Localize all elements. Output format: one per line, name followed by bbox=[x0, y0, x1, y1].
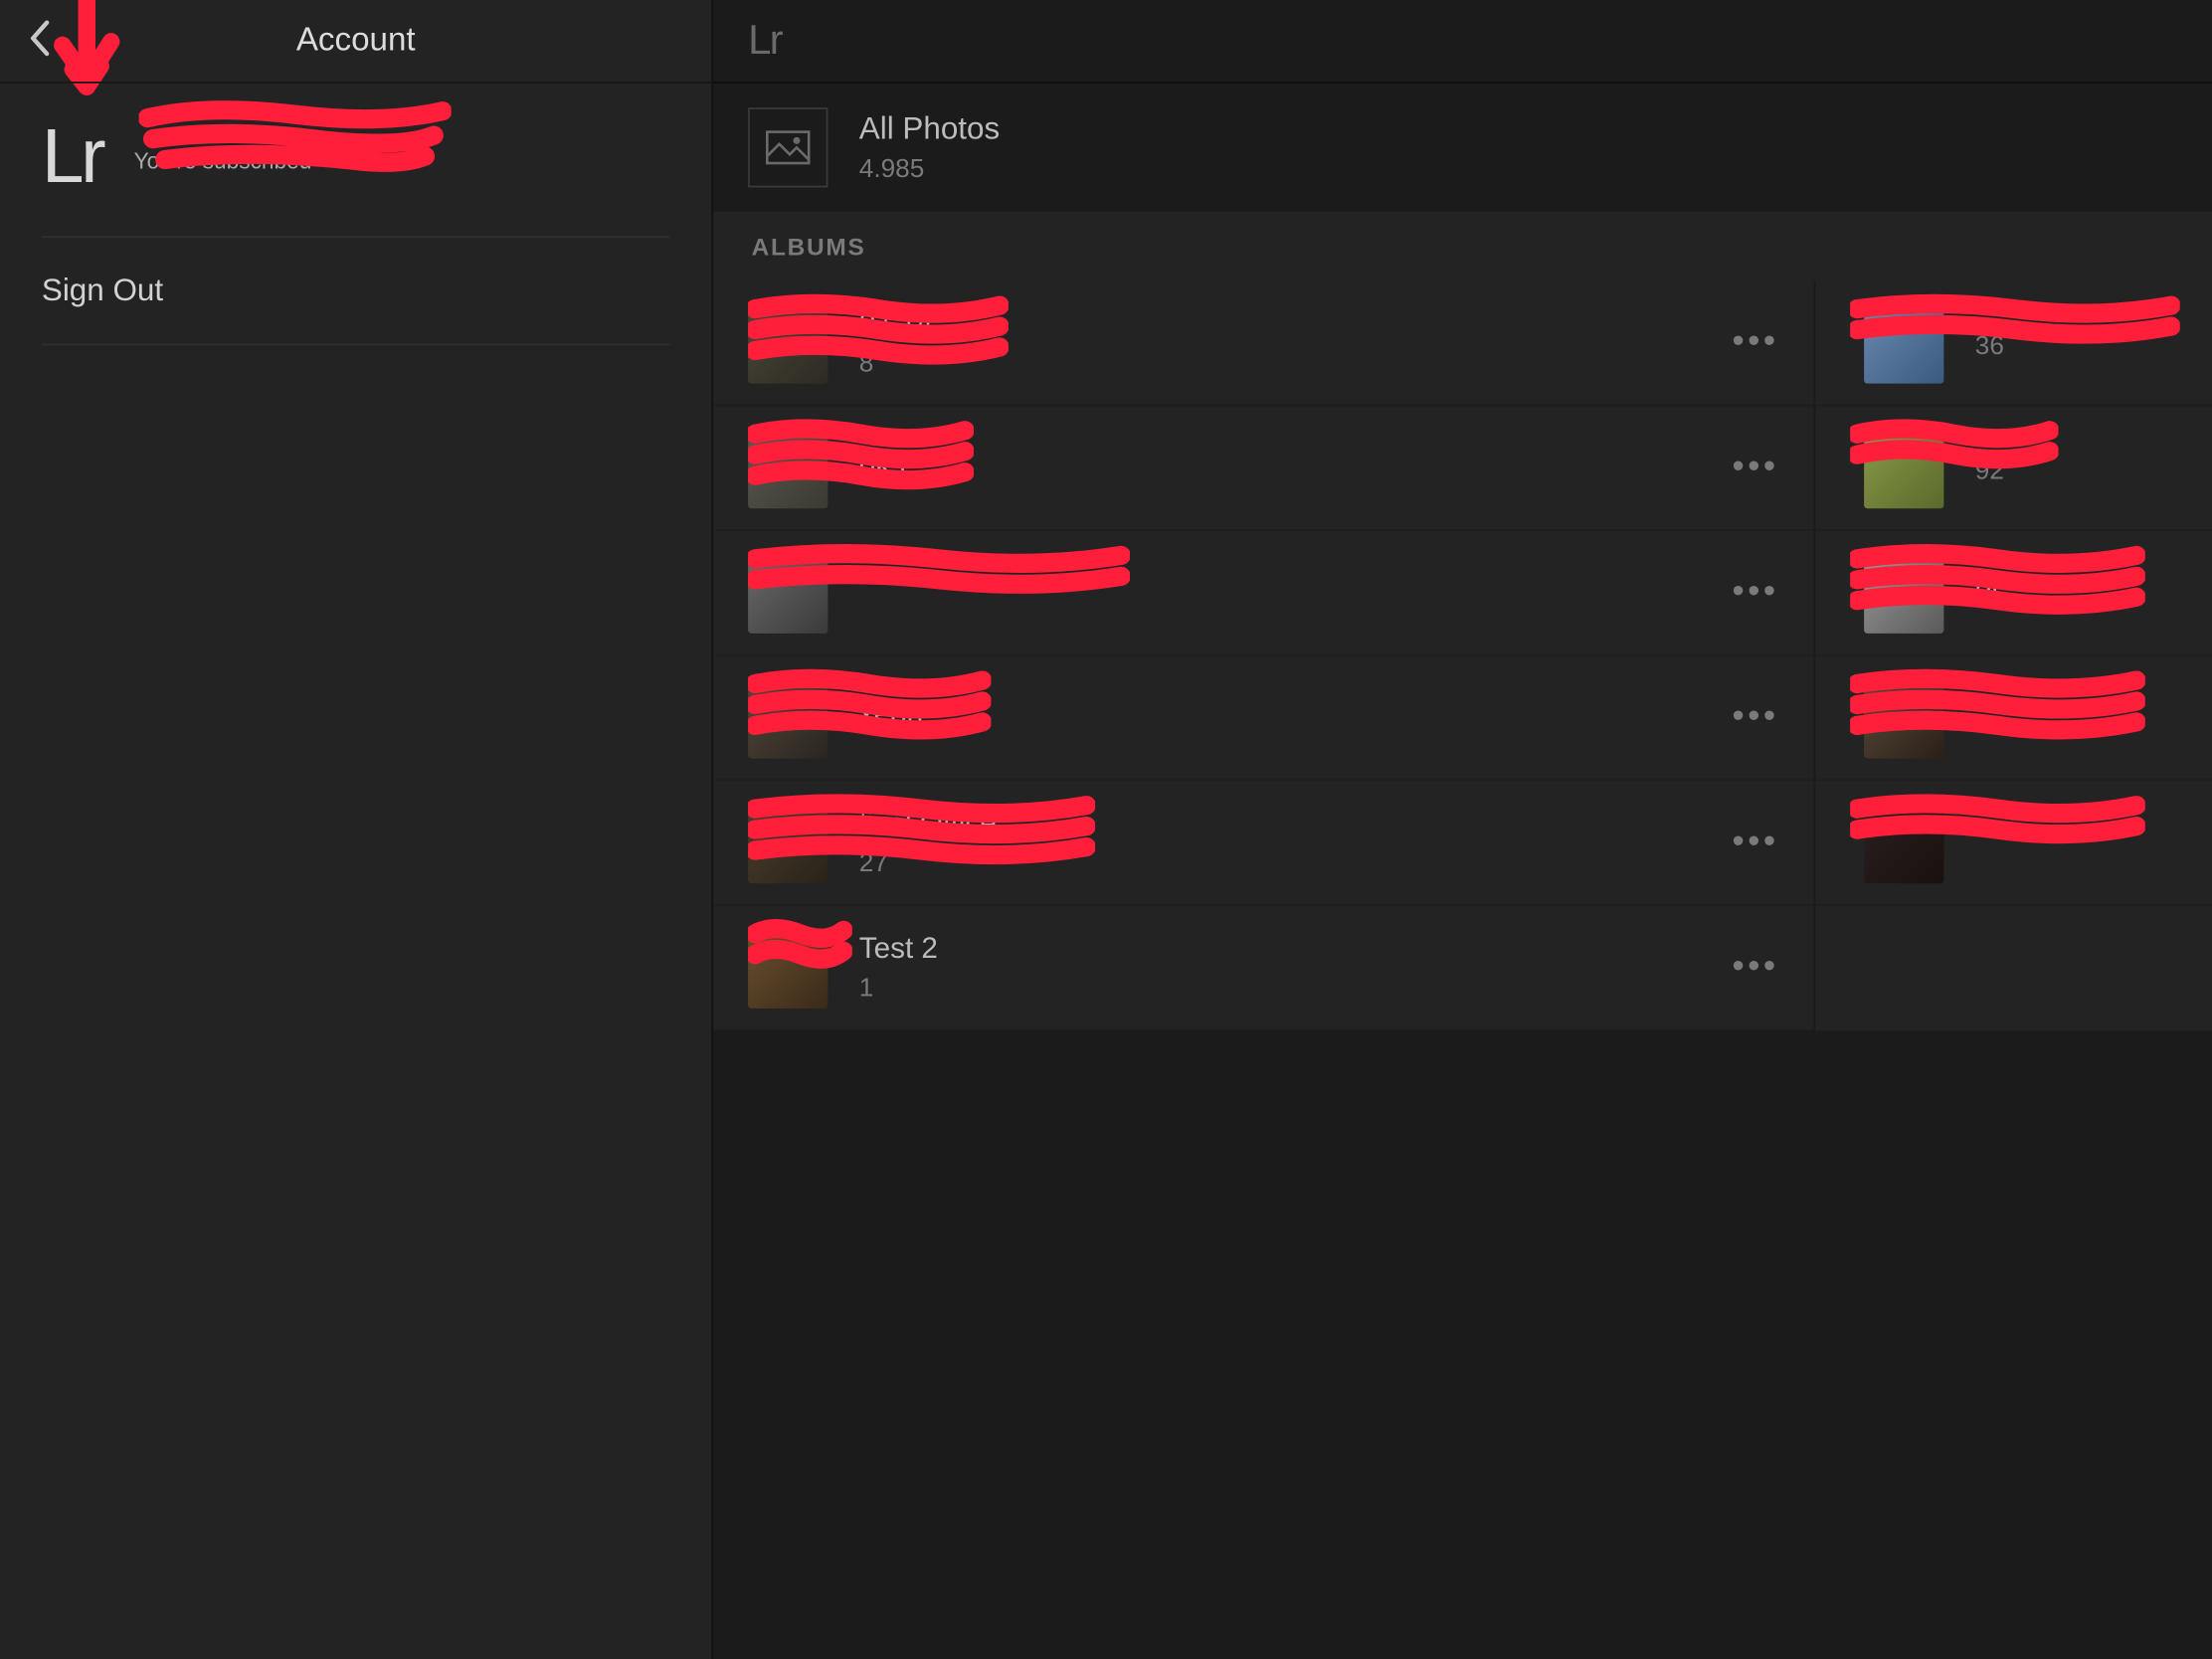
album-row[interactable] bbox=[1815, 656, 2212, 782]
album-thumbnail bbox=[1864, 553, 1943, 633]
sign-out-button[interactable]: Sign Out bbox=[0, 238, 711, 343]
album-row[interactable]: 92 bbox=[1815, 406, 2212, 531]
empty-space bbox=[713, 1031, 2212, 1659]
subscription-status: You're subscribed bbox=[134, 146, 312, 172]
all-photos-count: 4.985 bbox=[859, 154, 1000, 184]
albums-section-header: ALBUMS bbox=[713, 212, 2212, 281]
album-title: tical Office bbox=[859, 807, 997, 841]
back-button[interactable] bbox=[28, 18, 52, 63]
album-title: Test 2 bbox=[859, 932, 938, 967]
album-row[interactable]: er bbox=[1815, 531, 2212, 656]
more-button[interactable]: ••• bbox=[1732, 823, 1778, 862]
all-photos-title: All Photos bbox=[859, 111, 1000, 148]
more-button[interactable]: ••• bbox=[1732, 323, 1778, 363]
profile-block: Lr You're subscribed bbox=[0, 84, 711, 237]
album-thumbnail bbox=[748, 553, 828, 633]
album-count: 8 bbox=[859, 349, 933, 379]
album-thumbnail bbox=[748, 803, 828, 882]
account-sidebar: Account Lr You're subscribed Sign Out bbox=[0, 0, 713, 1659]
all-photos-row[interactable]: All Photos 4.985 bbox=[713, 84, 2212, 212]
album-row[interactable]: tical Office 27 ••• bbox=[713, 781, 1813, 906]
more-button[interactable]: ••• bbox=[1732, 948, 1778, 988]
album-thumbnail bbox=[1864, 677, 1943, 757]
albums-list: 07.14 8 ••• oks ••• ••• xeon ••• tical O bbox=[713, 281, 2212, 1031]
album-count: 1 bbox=[859, 974, 938, 1004]
album-title: xeon bbox=[859, 697, 923, 732]
photo-placeholder-icon bbox=[748, 107, 828, 187]
sidebar-header: Account bbox=[0, 0, 711, 84]
album-count: 27 bbox=[859, 848, 997, 878]
album-row[interactable] bbox=[1815, 781, 2212, 906]
album-title: 07.14 bbox=[859, 307, 933, 342]
album-count: 36 bbox=[1975, 331, 2004, 361]
album-row[interactable]: 07.14 8 ••• bbox=[713, 281, 1813, 407]
more-button[interactable]: ••• bbox=[1732, 448, 1778, 487]
album-thumbnail bbox=[748, 928, 828, 1008]
lr-logo-icon: Lr bbox=[42, 114, 102, 201]
album-thumbnail bbox=[748, 677, 828, 757]
album-title: er bbox=[1975, 572, 2001, 607]
album-row[interactable]: Test 2 1 ••• bbox=[713, 906, 1813, 1031]
lr-logo-icon: Lr bbox=[748, 17, 782, 66]
album-thumbnail bbox=[1864, 303, 1943, 383]
album-count: 92 bbox=[1975, 457, 2004, 486]
more-button[interactable]: ••• bbox=[1732, 697, 1778, 737]
album-thumbnail bbox=[748, 303, 828, 383]
album-row[interactable]: ••• bbox=[713, 531, 1813, 656]
album-row[interactable]: 36 bbox=[1815, 281, 2212, 407]
album-thumbnail bbox=[1864, 428, 1943, 507]
album-row[interactable]: oks ••• bbox=[713, 406, 1813, 531]
main-header: Lr bbox=[713, 0, 2212, 84]
more-button[interactable]: ••• bbox=[1732, 573, 1778, 613]
divider bbox=[42, 344, 670, 346]
chevron-left-icon bbox=[28, 18, 52, 56]
album-thumbnail bbox=[1864, 803, 1943, 882]
main-content: Lr All Photos 4.985 ALBUMS 07.14 8 ••• o… bbox=[713, 0, 2212, 1659]
sidebar-title: Account bbox=[0, 22, 711, 60]
album-title: oks bbox=[859, 447, 905, 481]
album-thumbnail bbox=[748, 428, 828, 507]
album-row[interactable]: xeon ••• bbox=[713, 656, 1813, 782]
